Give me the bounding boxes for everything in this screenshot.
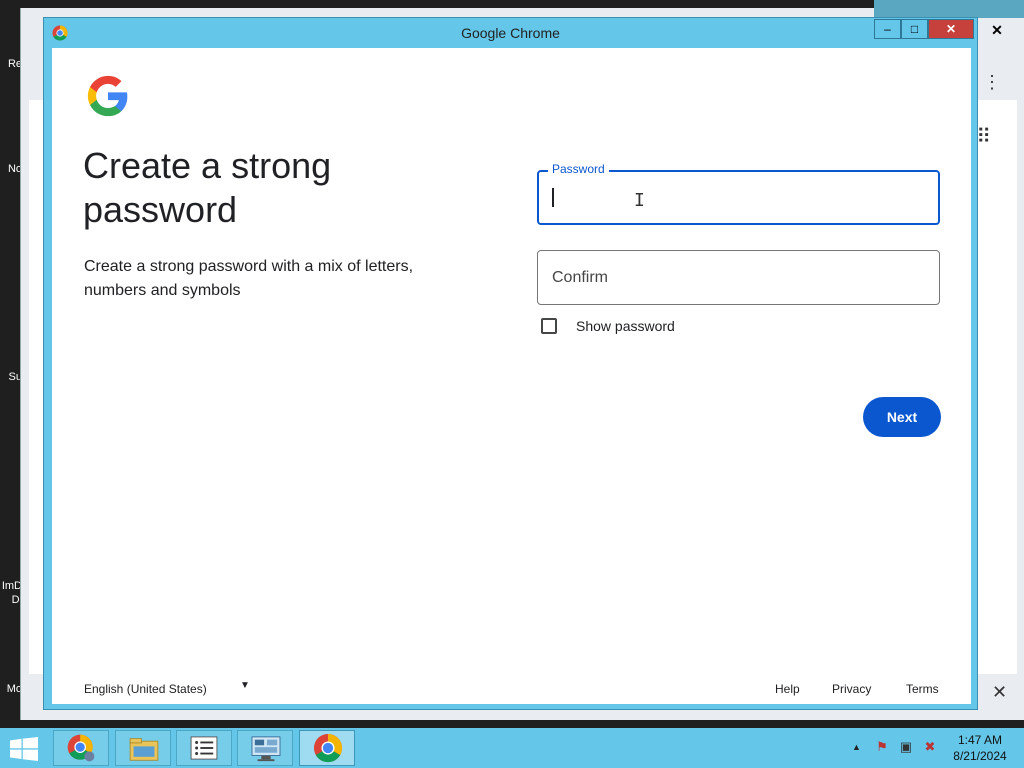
show-password-label[interactable]: Show password <box>576 318 675 335</box>
desktop-icon-label[interactable]: Di <box>0 594 22 606</box>
dropdown-arrow-icon[interactable]: ▼ <box>240 680 250 691</box>
page-description: Create a strong password with a mix of l… <box>84 258 414 299</box>
apps-grid-icon[interactable]: ⠿ <box>976 124 991 149</box>
password-input[interactable] <box>539 172 938 223</box>
desktop-icon-label[interactable]: Re <box>0 58 22 70</box>
desktop-icon-label[interactable]: Mo <box>0 683 22 695</box>
privacy-link[interactable]: Privacy <box>832 682 871 696</box>
google-logo-icon <box>87 75 128 117</box>
desktop-icon-label[interactable]: No <box>0 163 22 175</box>
action-center-icon[interactable]: ⚑ <box>874 739 890 755</box>
taskbar-control-panel[interactable] <box>237 730 293 766</box>
taskbar: ▲ ⚑ ▣ ✖ 1:47 AM 8/21/2024 <box>0 728 1024 768</box>
control-panel-icon <box>251 736 281 762</box>
chrome-user-icon <box>67 734 95 762</box>
password-field[interactable]: Password I <box>537 162 940 225</box>
file-explorer-icon <box>129 738 159 761</box>
close-icon: ✕ <box>945 22 957 36</box>
maximize-icon: □ <box>910 22 919 36</box>
task-list-icon <box>190 736 218 760</box>
confirm-field[interactable] <box>537 250 940 305</box>
help-link[interactable]: Help <box>775 682 800 696</box>
clock-time: 1:47 AM <box>957 733 1003 747</box>
background-close-button[interactable]: ✕ <box>980 20 1014 40</box>
taskbar-task-list[interactable] <box>176 730 232 766</box>
more-options-icon[interactable]: ⋮ <box>983 72 1001 93</box>
window-title: Google Chrome <box>461 25 560 41</box>
close-button[interactable]: ✕ <box>928 19 974 39</box>
dismiss-icon[interactable]: ✕ <box>992 682 1007 703</box>
terms-link[interactable]: Terms <box>906 682 939 696</box>
network-icon[interactable]: ▣ <box>898 739 914 755</box>
taskbar-chrome-user[interactable] <box>53 730 109 766</box>
show-hidden-icons-icon[interactable]: ▲ <box>852 742 861 752</box>
windows-start-icon[interactable] <box>10 737 38 761</box>
page-content: Create a strong password Create a strong… <box>52 48 971 704</box>
show-password-checkbox[interactable] <box>541 318 557 334</box>
page-title: Create a strong password <box>83 145 332 230</box>
maximize-button[interactable]: □ <box>901 19 928 39</box>
taskbar-chrome[interactable] <box>299 730 355 766</box>
language-selector[interactable]: English (United States) <box>84 682 207 696</box>
ibeam-cursor-icon: I <box>634 190 645 211</box>
minimize-icon: ‒ <box>884 22 891 36</box>
clock-date: 8/21/2024 <box>953 749 1007 763</box>
system-clock[interactable]: 1:47 AM 8/21/2024 <box>946 732 1014 764</box>
chrome-icon <box>313 733 343 763</box>
text-caret <box>552 188 554 207</box>
desktop-icon-label[interactable]: ImD <box>0 580 22 592</box>
confirm-input[interactable] <box>538 251 939 304</box>
next-button[interactable]: Next <box>863 397 941 437</box>
background-titlebar <box>874 0 1024 18</box>
volume-muted-icon[interactable]: ✖ <box>922 739 938 755</box>
desktop-icon-label[interactable]: Su <box>0 371 22 383</box>
taskbar-file-explorer[interactable] <box>115 730 171 766</box>
minimize-button[interactable]: ‒ <box>874 19 901 39</box>
chrome-popup-window: Google Chrome ‒ □ ✕ Create a strong pass… <box>43 17 978 710</box>
